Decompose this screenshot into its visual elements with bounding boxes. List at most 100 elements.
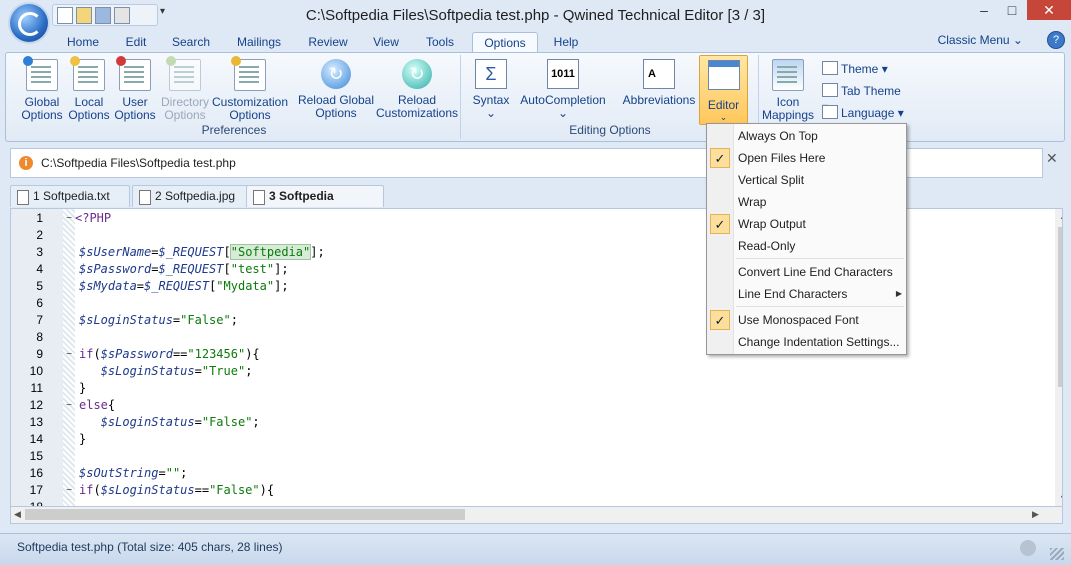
fold-toggle-icon[interactable]: − <box>64 397 74 414</box>
close-button[interactable]: ✕ <box>1027 0 1071 20</box>
customization-options-button[interactable]: Customization Options <box>210 56 290 122</box>
user-options-button[interactable]: User Options <box>112 56 158 122</box>
reload-customizations-icon: ↻ <box>402 59 432 89</box>
menu-item-open-files-here[interactable]: Open Files Here <box>738 148 825 168</box>
classic-menu-button[interactable]: Classic Menu ⌄ <box>938 33 1023 47</box>
reload-icon: ↻ <box>321 59 351 89</box>
local-options-button[interactable]: Local Options <box>66 56 112 122</box>
horizontal-scrollbar[interactable]: ◀ ▶ <box>10 506 1063 524</box>
tab-help[interactable]: Help <box>546 32 586 52</box>
code-line: $sOutString=""; <box>79 466 188 480</box>
editor-button[interactable]: Editor ⌄ <box>699 55 748 125</box>
menu-item-use-monospaced-font[interactable]: Use Monospaced Font <box>738 310 859 330</box>
line-number: 16 <box>29 466 43 480</box>
menu-item-vertical-split[interactable]: Vertical Split <box>738 170 804 190</box>
scroll-right-icon[interactable]: ▶ <box>1032 509 1039 520</box>
menu-item-wrap[interactable]: Wrap <box>738 192 766 212</box>
vertical-scroll-thumb[interactable] <box>1058 227 1062 387</box>
tab-review[interactable]: Review <box>302 32 354 52</box>
line-number: 15 <box>29 449 43 463</box>
scroll-down-icon[interactable]: ▼ <box>1059 493 1062 503</box>
code-line: } <box>79 432 87 446</box>
line-number: 11 <box>30 381 43 395</box>
abbreviations-icon: A <box>643 59 675 89</box>
line-number: 6 <box>36 296 43 310</box>
maximize-button[interactable]: □ <box>998 0 1026 20</box>
directory-options-button[interactable]: Directory Options <box>158 56 212 122</box>
menu-item-convert-line-end-characters[interactable]: Convert Line End Characters <box>738 262 893 282</box>
help-icon[interactable]: ? <box>1047 31 1065 49</box>
binary-icon: 1011 <box>547 59 579 89</box>
editor-icon <box>707 60 740 90</box>
fold-toggle-icon[interactable]: − <box>64 210 74 227</box>
doc-tab-softpedia-test-php[interactable]: 3 Softpedia test.php <box>246 185 384 224</box>
abbreviations-button[interactable]: A Abbreviations <box>614 59 704 107</box>
autocompletion-button[interactable]: 1011 AutoCompletion ⌄ <box>518 59 608 120</box>
tab-view[interactable]: View <box>366 32 406 52</box>
reload-global-options-button[interactable]: ↻ Reload Global Options <box>294 59 378 120</box>
horizontal-scroll-thumb[interactable] <box>25 509 465 520</box>
tab-mailings[interactable]: Mailings <box>230 32 288 52</box>
icon-mappings-icon <box>772 59 804 91</box>
fold-toggle-icon[interactable]: − <box>64 346 74 363</box>
submenu-arrow-icon: ▶ <box>895 289 902 298</box>
info-bar-close-button[interactable]: ✕ <box>1046 150 1058 167</box>
menu-item-always-on-top[interactable]: Always On Top <box>738 126 818 146</box>
code-line: $sLoginStatus="True"; <box>100 364 253 378</box>
fold-toggle-icon[interactable]: − <box>64 482 74 499</box>
ribbon-tabs: Home Edit Search Mailings Review View To… <box>0 30 1071 53</box>
sigma-icon: Σ <box>475 59 507 89</box>
menu-separator <box>736 258 904 259</box>
scroll-up-icon[interactable]: ▲ <box>1059 211 1062 221</box>
scroll-left-icon[interactable]: ◀ <box>14 509 21 520</box>
doc-tab-softpedia-txt[interactable]: 1 Softpedia.txt <box>10 185 130 207</box>
theme-dropdown[interactable]: Theme ▾ <box>822 61 888 77</box>
checkmark-icon: ✓ <box>710 214 730 234</box>
title-bar: ▾ C:\Softpedia Files\Softpedia test.php … <box>0 0 1071 42</box>
line-number-gutter: 1 2 3 4 5 6 7 8 9 10 11 12 13 14 15 16 1… <box>11 209 64 507</box>
line-number: 13 <box>29 415 43 429</box>
code-line: if($sLoginStatus=="False"){ <box>79 483 275 497</box>
customization-options-icon <box>231 56 266 91</box>
code-line: else{ <box>79 398 116 412</box>
tab-edit[interactable]: Edit <box>118 32 154 52</box>
line-number: 10 <box>29 364 43 378</box>
tab-theme-dropdown[interactable]: Tab Theme ▾ <box>822 83 910 114</box>
syntax-button[interactable]: Σ Syntax ⌄ <box>468 59 514 120</box>
status-text: Softpedia test.php (Total size: 405 char… <box>17 540 283 554</box>
window-title: C:\Softpedia Files\Softpedia test.php - … <box>305 7 766 24</box>
language-dropdown[interactable]: Language ▾ <box>822 105 904 121</box>
code-line: <?PHP <box>75 211 112 225</box>
line-number: 4 <box>36 262 43 276</box>
line-number: 9 <box>36 347 43 361</box>
line-number: 8 <box>36 330 43 344</box>
code-line: } <box>79 381 87 395</box>
code-line: $sLoginStatus="False"; <box>79 313 238 327</box>
directory-options-icon <box>166 56 201 91</box>
menu-item-wrap-output[interactable]: Wrap Output <box>738 214 806 234</box>
menu-separator <box>736 306 904 307</box>
reload-customizations-button[interactable]: ↻ Reload Customizations <box>376 59 458 120</box>
vertical-scrollbar[interactable]: ▲ ▼ <box>1055 209 1062 507</box>
menu-item-read-only[interactable]: Read-Only <box>738 236 795 256</box>
doc-tab-softpedia-jpg[interactable]: 2 Softpedia.jpg <box>132 185 250 207</box>
tab-options[interactable]: Options <box>472 32 538 53</box>
line-number: 5 <box>36 279 43 293</box>
tab-home[interactable]: Home <box>60 32 106 52</box>
global-options-button[interactable]: Global Options <box>14 56 70 122</box>
minimize-button[interactable]: – <box>970 0 998 20</box>
line-number: 1 <box>36 211 43 225</box>
status-bar: Softpedia test.php (Total size: 405 char… <box>0 533 1071 565</box>
zoom-indicator-icon[interactable] <box>1020 540 1036 556</box>
resize-grip-icon[interactable] <box>1050 548 1064 560</box>
tab-theme-icon <box>822 83 838 97</box>
language-icon <box>822 105 838 119</box>
icon-mappings-button[interactable]: Icon Mappings <box>760 59 816 122</box>
code-line: $sLoginStatus="False"; <box>100 415 260 429</box>
menu-item-change-indentation-settings[interactable]: Change Indentation Settings... <box>738 332 899 352</box>
code-line: $sPassword=$_REQUEST["test"]; <box>79 262 289 276</box>
code-line: $sUserName=$_REQUEST["Softpedia"]; <box>79 244 325 260</box>
tab-tools[interactable]: Tools <box>418 32 462 52</box>
tab-search[interactable]: Search <box>166 32 216 52</box>
menu-item-line-end-characters[interactable]: Line End Characters <box>738 284 847 304</box>
